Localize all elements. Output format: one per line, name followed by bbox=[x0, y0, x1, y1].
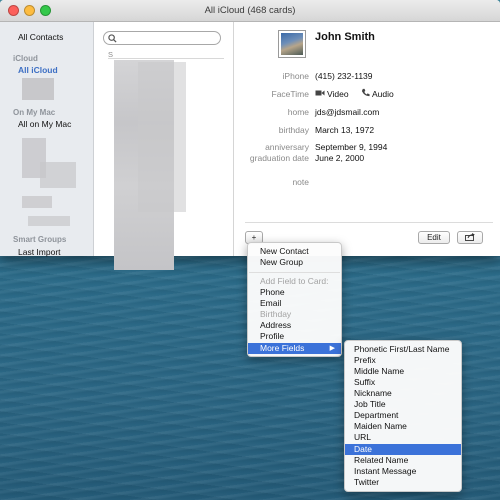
field-label-graduation-date: graduation date bbox=[249, 153, 309, 163]
search-field[interactable] bbox=[103, 31, 221, 45]
more-fields-label: More Fields bbox=[260, 343, 305, 353]
facetime-video-link[interactable]: Video bbox=[327, 89, 349, 99]
menu-item-phone[interactable]: Phone bbox=[248, 287, 341, 298]
menu-item-profile[interactable]: Profile bbox=[248, 331, 341, 342]
title-bar[interactable]: All iCloud (468 cards) bbox=[0, 0, 500, 22]
blurred-group[interactable] bbox=[22, 78, 54, 100]
submenu-item-department[interactable]: Department bbox=[345, 410, 461, 421]
contacts-window: All iCloud (468 cards) All Contacts iClo… bbox=[0, 0, 500, 270]
field-value-email[interactable]: jds@jdsmail.com bbox=[315, 107, 379, 117]
share-icon bbox=[465, 233, 475, 241]
field-label-iphone: iPhone bbox=[282, 71, 309, 81]
group-all-icloud[interactable]: All iCloud bbox=[18, 65, 58, 75]
blurred-contact-names[interactable] bbox=[138, 62, 186, 212]
submenu-item-middle-name[interactable]: Middle Name bbox=[345, 366, 461, 377]
window-title: All iCloud (468 cards) bbox=[204, 5, 296, 16]
menu-item-address[interactable]: Address bbox=[248, 320, 341, 331]
section-divider bbox=[108, 58, 224, 59]
group-all-contacts[interactable]: All Contacts bbox=[18, 32, 63, 42]
field-label-note: note bbox=[292, 177, 309, 187]
submenu-item-twitter[interactable]: Twitter bbox=[345, 477, 461, 488]
video-camera-icon bbox=[315, 90, 325, 96]
edit-button[interactable]: Edit bbox=[418, 231, 450, 244]
more-fields-submenu: Phonetic First/Last Name Prefix Middle N… bbox=[344, 340, 462, 492]
contact-detail: John Smith iPhone (415) 232-1139 FaceTim… bbox=[235, 22, 500, 256]
menu-item-birthday: Birthday bbox=[260, 309, 292, 319]
blurred-group[interactable] bbox=[40, 162, 76, 188]
submenu-arrow-icon: ▶ bbox=[329, 345, 335, 352]
search-input[interactable] bbox=[118, 33, 218, 43]
photo-image bbox=[281, 33, 303, 55]
search-icon bbox=[108, 34, 117, 43]
phone-handset-icon bbox=[361, 88, 370, 97]
submenu-item-suffix[interactable]: Suffix bbox=[345, 377, 461, 388]
submenu-item-url[interactable]: URL bbox=[345, 432, 461, 443]
contact-photo[interactable] bbox=[278, 30, 306, 58]
facetime-audio-link[interactable]: Audio bbox=[372, 89, 394, 99]
menu-separator bbox=[249, 272, 340, 273]
field-value-graduation-date[interactable]: June 2, 2000 bbox=[315, 153, 364, 163]
field-label-facetime: FaceTime bbox=[271, 89, 309, 99]
group-header-on-my-mac: On My Mac bbox=[13, 108, 56, 117]
menu-item-new-group[interactable]: New Group bbox=[248, 257, 341, 268]
menu-item-email[interactable]: Email bbox=[248, 298, 341, 309]
add-menu: New Contact New Group Add Field to Card:… bbox=[247, 242, 342, 357]
submenu-item-related-name[interactable]: Related Name bbox=[345, 455, 461, 466]
submenu-item-instant-message[interactable]: Instant Message bbox=[345, 466, 461, 477]
group-header-icloud: iCloud bbox=[13, 54, 38, 63]
blurred-group[interactable] bbox=[28, 216, 70, 226]
groups-sidebar: All Contacts iCloud All iCloud On My Mac… bbox=[0, 22, 94, 257]
field-value-iphone[interactable]: (415) 232-1139 bbox=[315, 71, 373, 81]
field-label-anniversary: anniversary bbox=[265, 142, 309, 152]
field-value-anniversary[interactable]: September 9, 1994 bbox=[315, 142, 387, 152]
contact-name: John Smith bbox=[315, 31, 375, 43]
menu-header-add-field: Add Field to Card: bbox=[260, 276, 329, 286]
field-label-home: home bbox=[287, 107, 309, 117]
menu-item-new-contact[interactable]: New Contact bbox=[248, 246, 341, 257]
group-header-smart-groups: Smart Groups bbox=[13, 235, 67, 244]
submenu-item-nickname[interactable]: Nickname bbox=[345, 388, 461, 399]
field-label-birthday: birthday bbox=[278, 125, 309, 135]
group-last-import[interactable]: Last Import bbox=[18, 247, 61, 257]
card-list: S bbox=[94, 22, 234, 270]
detail-divider bbox=[245, 222, 493, 223]
submenu-item-maiden-name[interactable]: Maiden Name bbox=[345, 421, 461, 432]
submenu-item-date[interactable]: Date bbox=[345, 444, 461, 455]
submenu-item-prefix[interactable]: Prefix bbox=[345, 355, 461, 366]
field-value-birthday[interactable]: March 13, 1972 bbox=[315, 125, 374, 135]
group-all-on-my-mac[interactable]: All on My Mac bbox=[18, 119, 71, 129]
submenu-item-job-title[interactable]: Job Title bbox=[345, 399, 461, 410]
share-button[interactable] bbox=[457, 231, 483, 244]
submenu-item-phonetic-name[interactable]: Phonetic First/Last Name bbox=[345, 344, 461, 355]
blurred-group[interactable] bbox=[22, 196, 52, 208]
menu-item-more-fields[interactable]: More Fields ▶ bbox=[248, 343, 341, 354]
